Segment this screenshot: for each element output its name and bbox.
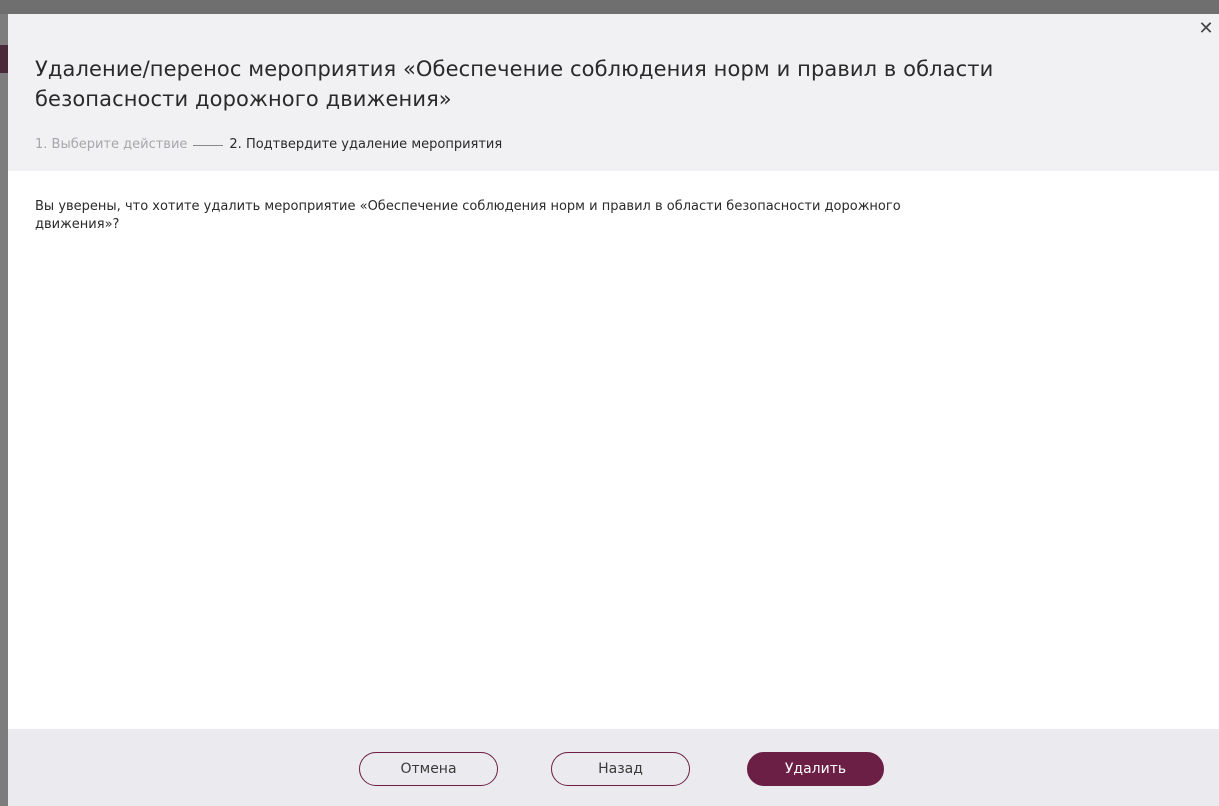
background-left-tab	[0, 45, 8, 73]
delete-button[interactable]: Удалить	[747, 752, 884, 786]
delete-transfer-modal: ✕ Удаление/перенос мероприятия «Обеспече…	[8, 14, 1219, 806]
modal-footer: Отмена Назад Удалить	[8, 729, 1219, 806]
step-2-label: 2. Подтвердите удаление мероприятия	[229, 137, 503, 152]
cancel-button[interactable]: Отмена	[359, 752, 498, 786]
step-1-label: 1. Выберите действие	[35, 137, 188, 152]
step-indicator: 1. Выберите действие 2. Подтвердите удал…	[35, 136, 502, 154]
step-separator	[193, 144, 224, 146]
background-top-bar	[0, 0, 1219, 14]
modal-title: Удаление/перенос мероприятия «Обеспечени…	[35, 57, 994, 111]
modal-header: ✕ Удаление/перенос мероприятия «Обеспече…	[8, 14, 1219, 171]
confirmation-text: Вы уверены, что хотите удалить мероприят…	[35, 199, 901, 232]
back-button[interactable]: Назад	[551, 752, 690, 786]
close-icon[interactable]: ✕	[1197, 20, 1215, 38]
